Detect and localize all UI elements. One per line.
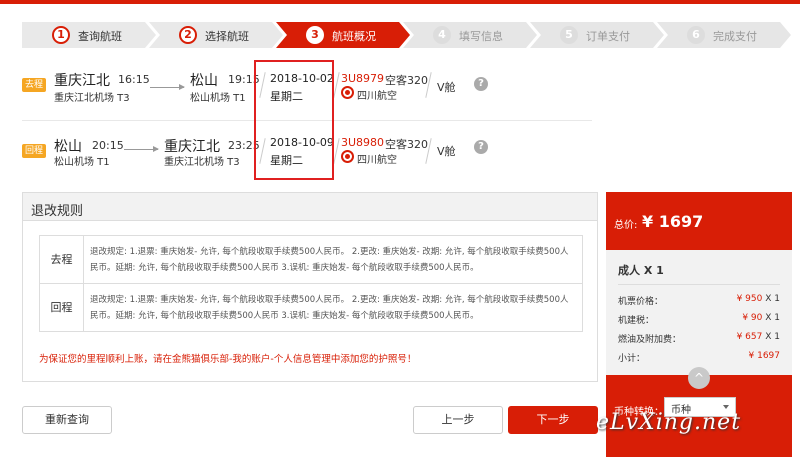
passenger-count: 成人 X 1	[618, 264, 664, 277]
airline-name: 四川航空	[357, 91, 397, 102]
price-line-fuel-surcharge: 燃油及附加费： ¥ 657 X 1	[618, 332, 780, 345]
divider	[618, 284, 780, 285]
price-breakdown: 成人 X 1 机票价格： ¥ 950 X 1 机建税： ¥ 90 X 1 燃油及…	[606, 250, 792, 375]
step-number: 1	[52, 26, 70, 44]
rule-text: 退改规定: 1.退票: 重庆始发- 允许, 每个航段收取手续费500人民币。 2…	[83, 283, 583, 332]
price-line-value: ¥ 657 X 1	[737, 332, 780, 342]
top-accent-line	[0, 0, 800, 4]
price-line-value: ¥ 1697	[749, 351, 781, 361]
table-row: 去程 退改规定: 1.退票: 重庆始发- 允许, 每个航段收取手续费500人民币…	[39, 235, 583, 284]
departure-city: 重庆江北	[54, 73, 110, 89]
date-highlight-box	[254, 60, 334, 180]
return-flight-row: 回程 松山 20:15 松山机场 T1 重庆江北 23:25 重庆江北机场 T3…	[0, 134, 500, 174]
step-label: 航班概况	[332, 30, 376, 43]
price-line-value: ¥ 950 X 1	[737, 294, 780, 304]
departure-time: 20:15	[92, 139, 124, 152]
price-line-airport-tax: 机建税： ¥ 90 X 1	[618, 313, 780, 326]
price-amount: ¥ 950	[736, 294, 763, 304]
arrival-airport: 重庆江北机场 T3	[164, 157, 240, 168]
price-amount: ¥ 657	[736, 332, 763, 342]
aircraft-type: 空客320	[385, 138, 428, 151]
step-complete-payment: 6 完成支付	[657, 22, 791, 48]
table-row: 回程 退改规定: 1.退票: 重庆始发- 允许, 每个航段收取手续费500人民币…	[39, 283, 583, 332]
help-icon[interactable]: ?	[474, 77, 488, 91]
arrival-airport: 松山机场 T1	[190, 93, 246, 104]
requery-button[interactable]: 重新查询	[22, 406, 112, 434]
step-label: 订单支付	[586, 30, 630, 43]
price-qty: X 1	[765, 332, 780, 342]
step-label: 填写信息	[459, 30, 503, 43]
arrow-icon	[150, 84, 185, 90]
arrival-city: 松山	[190, 73, 218, 89]
step-search-flight[interactable]: 1 查询航班	[22, 22, 156, 48]
total-label: 总价:	[614, 220, 638, 231]
watermark: eLvXing.net	[596, 410, 742, 435]
step-fill-info: 4 填写信息	[403, 22, 537, 48]
scroll-up-icon[interactable]: ^	[688, 367, 710, 389]
step-order-payment: 5 订单支付	[530, 22, 664, 48]
rule-text: 退改规定: 1.退票: 重庆始发- 允许, 每个航段收取手续费500人民币。 2…	[83, 235, 583, 284]
flight-number[interactable]: 3U8979	[341, 72, 384, 85]
cabin-class: V舱	[437, 81, 456, 94]
sichuan-airlines-logo-icon	[341, 150, 354, 163]
flight-number[interactable]: 3U8980	[341, 136, 384, 149]
next-step-button[interactable]: 下一步	[508, 406, 598, 434]
price-qty: X 1	[765, 313, 780, 323]
step-number: 2	[179, 26, 197, 44]
price-line-label: 机建税：	[618, 316, 655, 326]
price-total-header: 总价: ¥ 1697	[606, 192, 792, 250]
total-amount: ¥ 1697	[642, 212, 704, 231]
price-amount: ¥ 90	[742, 313, 763, 323]
booking-steps: 1 查询航班 2 选择航班 3 航班概况 4 填写信息 5 订单支付 6 完成支…	[22, 22, 792, 48]
help-icon[interactable]: ?	[474, 140, 488, 154]
departure-airport: 重庆江北机场 T3	[54, 93, 130, 104]
step-label: 查询航班	[78, 30, 122, 43]
passport-notice: 为保证您的里程顺利上账，请在金熊猫俱乐部-我的账户-个人信息管理中添加您的护照号…	[39, 354, 417, 365]
rules-title: 退改规则	[31, 204, 84, 219]
outbound-badge: 去程	[22, 78, 46, 92]
divider	[333, 138, 340, 164]
airline-name: 四川航空	[357, 155, 397, 166]
price-line-label: 小计：	[618, 354, 646, 364]
step-number: 4	[433, 26, 451, 44]
refund-rules-panel: 退改规则 去程 退改规定: 1.退票: 重庆始发- 允许, 每个航段收取手续费5…	[22, 192, 598, 382]
price-line-label: 燃油及附加费：	[618, 335, 682, 345]
price-line-fare: 机票价格： ¥ 950 X 1	[618, 294, 780, 307]
aircraft-type: 空客320	[385, 74, 428, 87]
rules-table: 去程 退改规定: 1.退票: 重庆始发- 允许, 每个航段收取手续费500人民币…	[39, 235, 583, 332]
step-flight-overview[interactable]: 3 航班概况	[276, 22, 410, 48]
step-label: 选择航班	[205, 30, 249, 43]
previous-step-button[interactable]: 上一步	[413, 406, 503, 434]
price-line-subtotal: 小计： ¥ 1697	[618, 351, 780, 364]
step-select-flight[interactable]: 2 选择航班	[149, 22, 283, 48]
price-qty: X 1	[765, 294, 780, 304]
price-line-label: 机票价格：	[618, 297, 664, 307]
arrow-icon	[124, 146, 159, 152]
departure-airport: 松山机场 T1	[54, 157, 110, 168]
step-number: 3	[306, 26, 324, 44]
step-number: 5	[560, 26, 578, 44]
outbound-flight-row: 去程 重庆江北 16:15 重庆江北机场 T3 松山 19:15 松山机场 T1…	[0, 68, 500, 108]
step-number: 6	[687, 26, 705, 44]
price-amount: ¥ 1697	[748, 351, 781, 361]
return-badge: 回程	[22, 144, 46, 158]
departure-time: 16:15	[118, 73, 150, 86]
price-line-value: ¥ 90 X 1	[742, 313, 780, 323]
divider	[333, 72, 340, 98]
step-label: 完成支付	[713, 30, 757, 43]
rule-leg-label: 去程	[39, 235, 84, 284]
cabin-class: V舱	[437, 145, 456, 158]
rules-header: 退改规则	[23, 193, 597, 221]
sichuan-airlines-logo-icon	[341, 86, 354, 99]
rule-leg-label: 回程	[39, 283, 84, 332]
